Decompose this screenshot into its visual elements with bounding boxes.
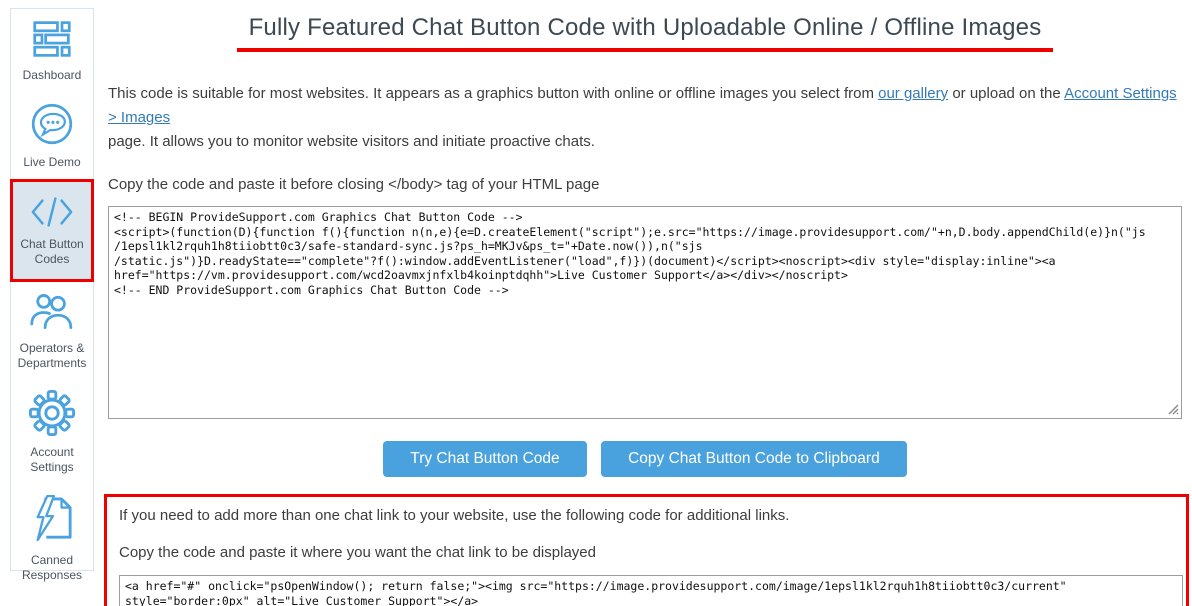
dashboard-icon bbox=[13, 19, 91, 64]
main-code-wrap: <!-- BEGIN ProvideSupport.com Graphics C… bbox=[108, 206, 1182, 419]
sidebar-item-label: Live Demo bbox=[13, 155, 91, 170]
try-chat-button-code-button[interactable]: Try Chat Button Code bbox=[383, 441, 586, 477]
button-row: Try Chat Button Code Copy Chat Button Co… bbox=[108, 441, 1182, 477]
our-gallery-link[interactable]: our gallery bbox=[878, 85, 948, 102]
title-wrap: Fully Featured Chat Button Code with Upl… bbox=[108, 14, 1182, 52]
additional-code-wrap: <a href="#" onclick="psOpenWindow(); ret… bbox=[119, 575, 1177, 606]
intro-text-1: This code is suitable for most websites.… bbox=[108, 85, 878, 102]
main-content: Fully Featured Chat Button Code with Upl… bbox=[108, 0, 1182, 606]
additional-links-text: If you need to add more than one chat li… bbox=[119, 504, 1177, 528]
sidebar-item-label: Canned Responses bbox=[13, 553, 91, 583]
additional-copy-instruction: Copy the code and paste it where you wan… bbox=[119, 541, 1177, 565]
sidebar-item-dashboard[interactable]: Dashboard bbox=[11, 9, 93, 92]
sidebar-item-canned-responses[interactable]: Canned Responses bbox=[11, 484, 93, 592]
operators-icon bbox=[13, 292, 91, 337]
intro-paragraph: This code is suitable for most websites.… bbox=[108, 82, 1182, 154]
copy-instruction: Copy the code and paste it before closin… bbox=[108, 173, 1182, 197]
copy-chat-button-code-button[interactable]: Copy Chat Button Code to Clipboard bbox=[601, 441, 907, 477]
resize-grip-icon[interactable] bbox=[1166, 402, 1179, 415]
code-icon bbox=[15, 196, 89, 233]
sidebar-item-operators-departments[interactable]: Operators & Departments bbox=[11, 282, 93, 380]
sidebar-item-label: Operators & Departments bbox=[13, 341, 91, 371]
gear-icon bbox=[13, 390, 91, 441]
intro-text-2: or upload on the bbox=[948, 85, 1064, 102]
page-title: Fully Featured Chat Button Code with Upl… bbox=[237, 14, 1054, 52]
sidebar: Dashboard Live Demo bbox=[10, 8, 94, 571]
sidebar-item-label: Dashboard bbox=[13, 68, 91, 83]
chat-button-code-textarea[interactable]: <!-- BEGIN ProvideSupport.com Graphics C… bbox=[108, 206, 1182, 419]
additional-link-code-textarea[interactable]: <a href="#" onclick="psOpenWindow(); ret… bbox=[119, 575, 1183, 606]
chat-button-codes-page: Dashboard Live Demo bbox=[0, 0, 1192, 606]
sidebar-item-label: Chat Button Codes bbox=[15, 237, 89, 267]
sidebar-item-account-settings[interactable]: Account Settings bbox=[11, 380, 93, 484]
canned-responses-icon bbox=[13, 494, 91, 549]
sidebar-item-label: Account Settings bbox=[13, 445, 91, 475]
additional-links-section: If you need to add more than one chat li… bbox=[104, 494, 1189, 606]
sidebar-item-live-demo[interactable]: Live Demo bbox=[11, 92, 93, 179]
live-demo-icon bbox=[13, 102, 91, 151]
intro-text-3: page. It allows you to monitor website v… bbox=[108, 133, 595, 150]
sidebar-item-chat-button-codes[interactable]: Chat Button Codes bbox=[10, 179, 94, 282]
